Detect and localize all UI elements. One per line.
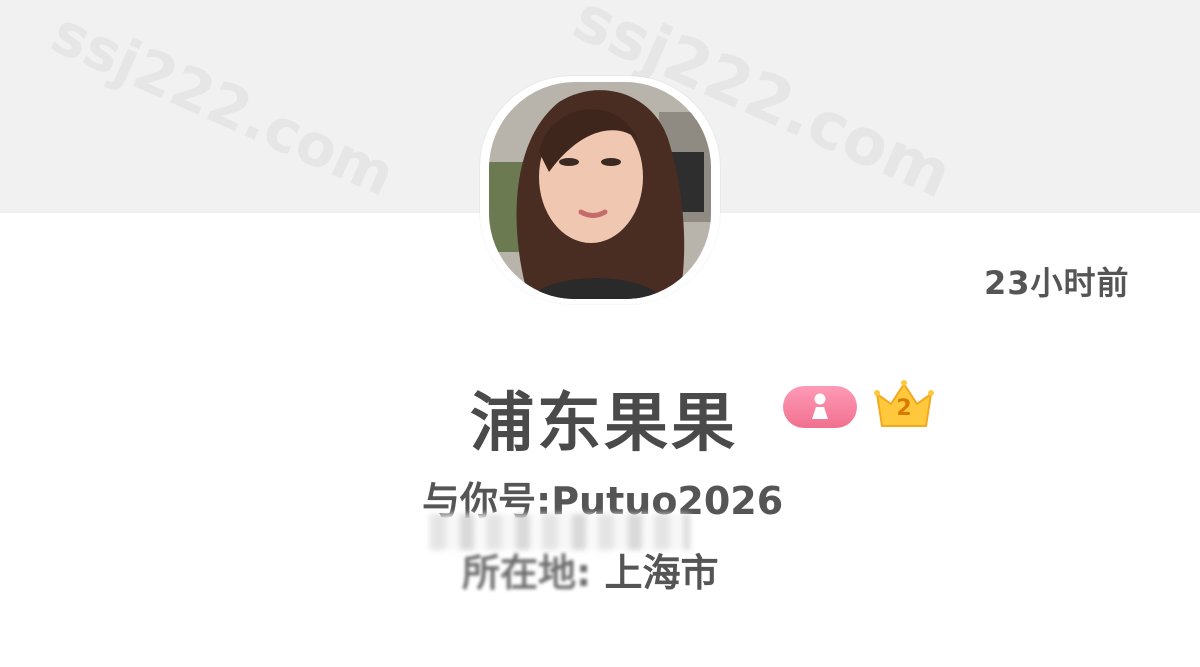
- avatar[interactable]: [489, 82, 711, 299]
- location: 所在地: 上海市: [462, 542, 718, 597]
- location-value: 上海市: [604, 551, 719, 595]
- nickname: 浦东果果: [470, 387, 738, 461]
- level-number: 2: [896, 396, 912, 421]
- female-user-icon: [783, 386, 857, 428]
- last-active-time: 23小时前: [984, 264, 1130, 302]
- location-label: 所在地:: [462, 551, 592, 595]
- crown-icon: 2: [873, 378, 935, 434]
